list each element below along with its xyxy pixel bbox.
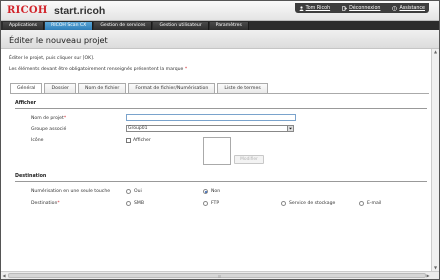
grip-icon: ||| (218, 274, 222, 278)
logout-link[interactable]: Déconnexion (342, 6, 380, 11)
browser-window: RICOH start.ricoh Tom Ricoh Déconnexion … (0, 0, 440, 280)
icon-preview (203, 137, 231, 165)
menu-service-management[interactable]: Gestion de services (94, 22, 153, 30)
app-header: RICOH start.ricoh Tom Ricoh Déconnexion … (1, 1, 439, 21)
show-icon-checkbox-label: Afficher (133, 138, 151, 143)
main-content: Éditer le projet, puis cliquer sur [OK].… (1, 49, 431, 271)
required-mark: * (63, 116, 67, 121)
menu-settings[interactable]: Paramètres (209, 22, 249, 30)
menu-scan-cx[interactable]: RICOH Scan CX (45, 22, 94, 30)
required-note: Les éléments devant être obligatoirement… (9, 67, 187, 72)
main-menu: Applications RICOH Scan CX Gestion de se… (1, 21, 439, 30)
destination-storage-label: Service de stockage (289, 201, 336, 206)
destination-smb-label: SMB (134, 201, 145, 206)
one-touch-yes-label: Oui (134, 189, 142, 194)
ricoh-logo[interactable]: RICOH (7, 5, 48, 16)
vertical-scrollbar[interactable]: ▲ ▼ (431, 49, 439, 271)
project-name-label: Nom de projet* (31, 116, 66, 121)
icon-label: Icône (31, 138, 44, 143)
user-icon (299, 5, 304, 11)
user-link-label: Tom Ricoh (305, 5, 331, 11)
page-title: Éditer le nouveau projet (9, 35, 108, 45)
tab-bar: Général Dossier Nom de fichier Format de… (10, 83, 268, 94)
chevron-down-icon[interactable] (287, 126, 293, 131)
destination-storage-radio[interactable] (281, 201, 286, 206)
horizontal-scroll-thumb[interactable]: ||| (8, 273, 426, 278)
required-mark: * (184, 67, 188, 72)
section-title-display: Afficher (15, 101, 36, 106)
instruction-text: Éditer le projet, puis cliquer sur [OK]. (9, 56, 95, 61)
svg-text:?: ? (394, 6, 396, 10)
logout-link-label: Déconnexion (349, 5, 381, 11)
destination-label-text: Destination (31, 201, 58, 206)
group-label: Groupe associé (31, 127, 67, 132)
menu-user-management[interactable]: Gestion utilisateur (153, 22, 209, 30)
help-link-label: Assistance (399, 5, 425, 11)
show-icon-checkbox[interactable] (126, 138, 131, 143)
tab-file-format-scan[interactable]: Format de fichier/Numérisation (128, 83, 216, 93)
scroll-left-icon[interactable]: ◀ (1, 273, 7, 279)
modify-icon-button[interactable]: Modifier (234, 155, 264, 164)
one-touch-no-label: Non (211, 189, 221, 194)
group-select-value: Group01 (128, 126, 148, 131)
help-link[interactable]: ? Assistance (392, 6, 425, 11)
tab-file-name[interactable]: Nom de fichier (77, 83, 127, 93)
required-note-text: Les éléments devant être obligatoirement… (9, 67, 184, 72)
one-touch-yes-radio[interactable] (126, 189, 131, 194)
site-name: start.ricoh (54, 5, 106, 17)
destination-smb-radio[interactable] (126, 201, 131, 206)
tab-folder[interactable]: Dossier (44, 83, 76, 93)
scroll-up-icon[interactable]: ▲ (432, 49, 439, 55)
user-link[interactable]: Tom Ricoh (299, 5, 331, 11)
tab-term-list[interactable]: Liste de termes (217, 83, 268, 93)
destination-email-radio[interactable] (359, 201, 364, 206)
horizontal-scrollbar[interactable]: ◀ ||| ▶ (1, 271, 439, 279)
menu-applications[interactable]: Applications (3, 22, 45, 30)
project-name-input[interactable] (126, 114, 296, 121)
one-touch-label: Numérisation en une seule touche (31, 189, 111, 194)
required-mark: * (57, 201, 60, 206)
project-name-label-text: Nom de projet (31, 116, 64, 121)
scroll-right-icon[interactable]: ▶ (425, 273, 431, 279)
group-select[interactable]: Group01 (126, 125, 294, 132)
destination-label: Destination* (31, 201, 60, 206)
tab-divider (10, 93, 429, 94)
section-divider (15, 108, 427, 109)
one-touch-no-radio[interactable] (203, 189, 208, 194)
destination-ftp-radio[interactable] (203, 201, 208, 206)
destination-ftp-label: FTP (211, 201, 220, 206)
section-title-destination: Destination (15, 174, 47, 179)
page-title-bar: Éditer le nouveau projet (1, 30, 439, 49)
section-divider (15, 181, 427, 182)
destination-email-label: E-mail (367, 201, 382, 206)
help-icon: ? (392, 5, 398, 11)
utility-bar: Tom Ricoh Déconnexion ? Assistance (294, 3, 429, 13)
logout-icon (342, 5, 348, 11)
